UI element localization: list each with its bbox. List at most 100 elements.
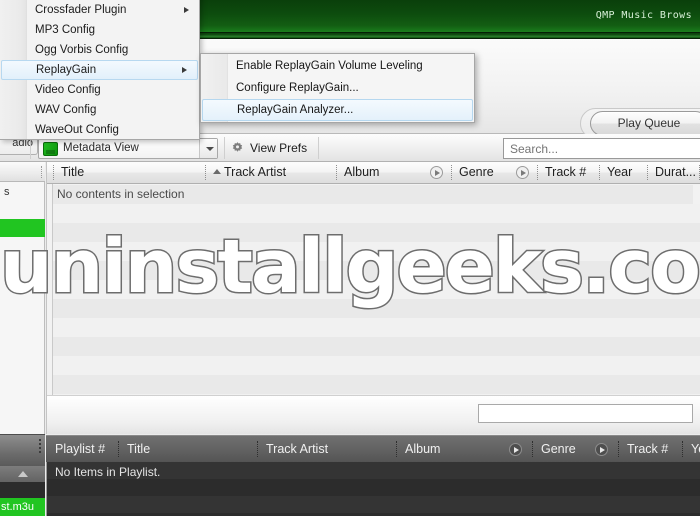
sidebar-header xyxy=(0,162,45,182)
chevron-right-icon xyxy=(182,67,187,73)
view-prefs-button[interactable]: View Prefs xyxy=(230,139,307,158)
column-label: Year xyxy=(691,442,700,456)
column-divider xyxy=(599,165,600,180)
menu-item-waveout-config[interactable]: WaveOut Config xyxy=(0,120,199,140)
playlist-panel: No Items in Playlist. xyxy=(46,462,700,516)
app-header-strip xyxy=(200,32,700,39)
metadata-view-icon xyxy=(43,142,58,156)
submenu-item-list: Enable ReplayGain Volume Leveling Configu… xyxy=(201,55,474,121)
search-input[interactable] xyxy=(503,138,700,159)
browser-row[interactable] xyxy=(47,223,700,242)
menu-item-list: Crossfader Plugin MP3 Config Ogg Vorbis Co… xyxy=(0,0,199,140)
playlist-empty-message: No Items in Playlist. xyxy=(55,465,161,479)
column-options-icon[interactable] xyxy=(430,166,443,179)
replaygain-submenu[interactable]: Enable ReplayGain Volume Leveling Configu… xyxy=(200,53,475,123)
browser-row[interactable] xyxy=(47,356,700,375)
playlist-column-genre[interactable]: Genre xyxy=(532,436,618,462)
browser-column-track-artist[interactable]: Track Artist xyxy=(205,162,336,183)
toolbar-separator-1 xyxy=(30,137,31,159)
browser-column-track[interactable]: Track # xyxy=(537,162,599,183)
browser-column-year[interactable]: Year xyxy=(599,162,647,183)
browser-row[interactable] xyxy=(47,299,700,318)
playlist-column-track-artist[interactable]: Track Artist xyxy=(257,436,381,462)
browser-row[interactable] xyxy=(47,242,700,261)
column-label: Track Artist xyxy=(224,165,287,179)
menu-item-mp3-config[interactable]: MP3 Config xyxy=(0,20,199,40)
submenu-item-label: Configure ReplayGain... xyxy=(236,82,359,94)
column-label: Title xyxy=(127,442,151,456)
browser-column-album[interactable]: Album xyxy=(336,162,451,183)
column-label: Title xyxy=(61,165,85,179)
column-label: Album xyxy=(405,442,441,456)
playlist-row[interactable] xyxy=(47,479,700,496)
browser-row[interactable] xyxy=(47,375,700,394)
sidebar-footer xyxy=(0,434,45,466)
gear-icon xyxy=(230,141,245,156)
column-label: Durat... xyxy=(655,165,696,179)
browser-column-genre[interactable]: Genre xyxy=(451,162,537,183)
sidebar-dark-strip xyxy=(0,482,45,498)
browser-column-title[interactable]: Title xyxy=(53,162,205,183)
menu-item-label: WAV Config xyxy=(35,104,97,116)
column-options-icon[interactable] xyxy=(509,443,522,456)
playlist-column-track[interactable]: Track # xyxy=(618,436,682,462)
app-header-green: QMP Music Brows xyxy=(200,0,700,32)
column-divider xyxy=(53,165,54,180)
sidebar-item[interactable] xyxy=(0,201,45,219)
column-divider xyxy=(257,441,258,457)
column-divider xyxy=(336,165,337,180)
browser-row[interactable] xyxy=(47,204,700,223)
column-divider xyxy=(537,165,538,180)
playlist-column-title[interactable]: Title xyxy=(118,436,257,462)
menu-item-label: Video Config xyxy=(35,84,101,96)
playlist-column-header[interactable]: Playlist # Title Track Artist Album Genre Tra… xyxy=(46,435,700,462)
menu-item-label: WaveOut Config xyxy=(35,124,119,136)
browser-row[interactable] xyxy=(47,261,700,280)
metadata-view-label: Metadata View xyxy=(63,142,139,154)
sidebar-playlist-file[interactable]: st.m3u xyxy=(0,498,45,516)
column-divider xyxy=(647,165,648,180)
submenu-item-configure-replaygain[interactable]: Configure ReplayGain... xyxy=(201,77,474,99)
sidebar-item[interactable]: s xyxy=(0,183,45,201)
column-label: Genre xyxy=(541,442,576,456)
sidebar-item[interactable] xyxy=(0,219,45,237)
column-options-icon[interactable] xyxy=(516,166,529,179)
column-label: Track # xyxy=(545,165,587,179)
sidebar-item[interactable] xyxy=(0,237,45,255)
menu-item-video-config[interactable]: Video Config xyxy=(0,80,199,100)
browser-footer-input[interactable] xyxy=(478,404,693,423)
chevron-down-icon[interactable] xyxy=(199,139,217,158)
playlist-column-album[interactable]: Album xyxy=(396,436,532,462)
menu-item-ogg-vorbis-config[interactable]: Ogg Vorbis Config xyxy=(0,40,199,60)
browser-column-durat[interactable]: Durat... xyxy=(647,162,699,183)
playlist-column-year[interactable]: Year xyxy=(682,436,700,462)
menu-item-wav-config[interactable]: WAV Config xyxy=(0,100,199,120)
column-divider xyxy=(118,441,119,457)
column-divider xyxy=(618,441,619,457)
browser-row[interactable] xyxy=(47,280,700,299)
view-prefs-label: View Prefs xyxy=(250,141,308,155)
menu-item-replaygain[interactable]: ReplayGain xyxy=(1,60,198,80)
source-sidebar[interactable]: s xyxy=(0,162,45,434)
column-label: Playlist # xyxy=(55,442,106,456)
submenu-item-label: ReplayGain Analyzer... xyxy=(237,104,354,116)
column-options-icon[interactable] xyxy=(595,443,608,456)
menu-item-crossfader-plugin[interactable]: Crossfader Plugin xyxy=(0,0,199,20)
app-header-title: QMP Music Brows xyxy=(595,10,692,21)
submenu-item-replaygain-analyzer[interactable]: ReplayGain Analyzer... xyxy=(202,99,473,121)
menu-item-label: Ogg Vorbis Config xyxy=(35,44,129,56)
playlist-column-playlist[interactable]: Playlist # xyxy=(46,436,118,462)
column-divider xyxy=(532,441,533,457)
playlist-row[interactable] xyxy=(47,496,700,513)
chevron-right-icon xyxy=(184,7,189,13)
config-menu[interactable]: Crossfader Plugin MP3 Config Ogg Vorbis Co… xyxy=(0,0,200,140)
metadata-view-combo[interactable]: Metadata View xyxy=(38,138,218,159)
toolbar-separator-3 xyxy=(318,137,319,159)
browser-row[interactable] xyxy=(47,337,700,356)
toolbar-separator-2 xyxy=(224,137,225,159)
sidebar-scroll-up-button[interactable] xyxy=(0,466,45,482)
browser-column-header[interactable]: Title Track Artist Album Genre Track # Year Du… xyxy=(47,162,700,184)
play-queue-button[interactable]: Play Queue xyxy=(590,111,700,136)
submenu-item-enable-replaygain-volume-leveling[interactable]: Enable ReplayGain Volume Leveling xyxy=(201,55,474,77)
browser-row[interactable] xyxy=(47,318,700,337)
